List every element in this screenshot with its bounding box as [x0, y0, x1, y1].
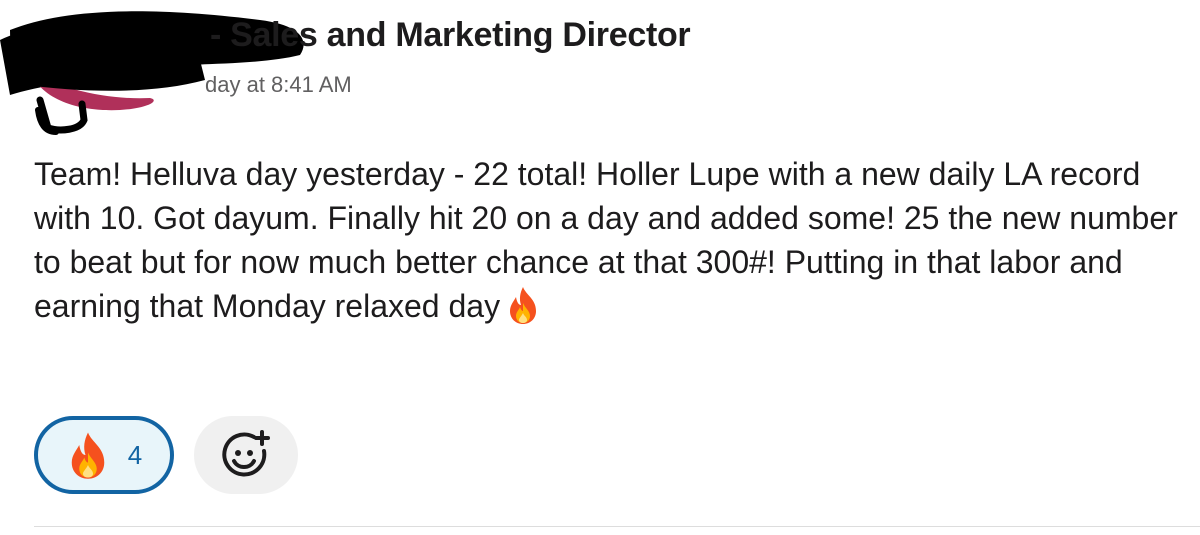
add-reaction-button[interactable] [194, 416, 298, 494]
add-reaction-icon [222, 430, 270, 477]
message-body: Team! Helluva day yesterday - 22 total! … [34, 152, 1184, 328]
message-timestamp[interactable]: day at 8:41 AM [205, 72, 352, 98]
reaction-count: 4 [127, 439, 143, 470]
reactions-bar: 4 [34, 416, 298, 494]
fire-icon [510, 287, 537, 324]
sender-title[interactable]: - Sales and Marketing Director [210, 16, 691, 54]
message-text: Team! Helluva day yesterday - 22 total! … [34, 156, 1178, 324]
fire-icon [71, 432, 105, 479]
message: - Sales and Marketing Director day at 8:… [0, 0, 1200, 535]
divider [34, 526, 1200, 527]
reaction-fire-button[interactable]: 4 [34, 416, 174, 494]
message-header: - Sales and Marketing Director [210, 16, 691, 55]
